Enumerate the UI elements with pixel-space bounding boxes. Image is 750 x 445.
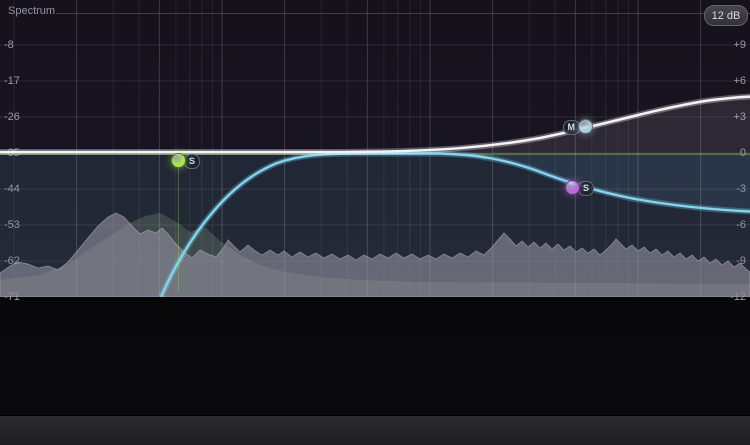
eq-graph-display[interactable]: -8-17-26-35-44-53-62-71 +9+6+30-3-6-9-12… — [0, 0, 750, 303]
high-shelf-mid-band-node[interactable] — [577, 118, 593, 134]
band-control-strip: 20501002005001k2k5k10k20k M S — [0, 297, 750, 415]
low-cut-side-band-node[interactable] — [170, 152, 186, 168]
spectrum-label: Spectrum — [8, 5, 56, 17]
high-shelf-side-band-node[interactable] — [564, 179, 580, 195]
eq-curves-canvas[interactable] — [0, 0, 750, 297]
header-rule — [56, 13, 750, 14]
status-bar: MIDI Learn Processing: Zero Latency Chan… — [0, 415, 750, 445]
low-cut-side-band-channel-badge: S — [184, 153, 201, 169]
low-cut-side-band-freq-line — [177, 168, 179, 292]
high-shelf-side-band-channel-badge: S — [578, 180, 595, 196]
display-range-button[interactable]: 12 dB — [704, 5, 748, 26]
eq-plugin-window: -8-17-26-35-44-53-62-71 +9+6+30-3-6-9-12… — [0, 0, 750, 445]
